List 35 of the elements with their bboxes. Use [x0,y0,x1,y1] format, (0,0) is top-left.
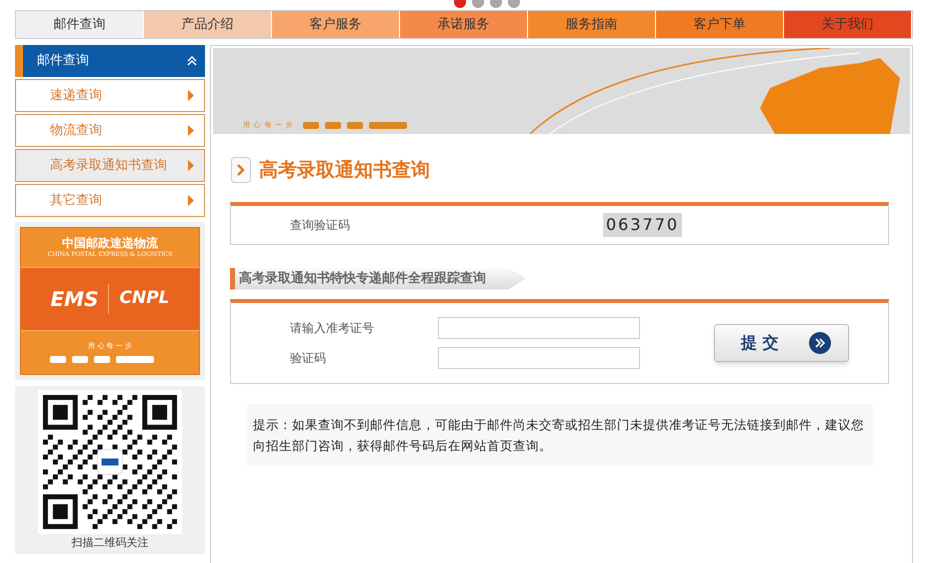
sidebar-item[interactable]: 其它查询 [15,184,205,217]
chevron-right-icon [231,157,251,184]
captcha-label: 查询验证码 [290,216,351,234]
nav-tab[interactable]: 客户服务 [272,11,400,38]
logo-name-chinese: 中国邮政速递物流 [62,236,158,252]
submit-button[interactable]: 提 交 [714,324,849,362]
captcha-code: 063770 [603,212,682,236]
qr-caption: 扫描二维码关注 [72,535,148,551]
tip-text: 提示：如果查询不到邮件信息，可能由于邮件尚未交寄或招生部门未提供准考证号无法链接到邮件，建议您向招生部门咨询，获得邮件号码后在网站首页查询。 [253,416,865,454]
nav-tab[interactable]: 邮件查询 [16,11,144,38]
nav-tab[interactable]: 产品介绍 [144,11,272,38]
sidebar-item[interactable]: 高考录取通知书查询 [15,149,205,182]
nav-tab[interactable]: 服务指南 [528,11,656,38]
field-label: 请输入准考证号 [290,320,375,336]
arrow-right-icon [188,160,194,171]
arrow-right-icon [188,90,194,101]
sidebar-title: 邮件查询 [37,52,89,70]
page-title: 高考录取通知书查询 [259,158,430,183]
nav-tab[interactable]: 关于我们 [784,11,912,38]
brand-logo-text: CNPL [119,287,170,310]
header-marker-icon [15,45,23,77]
input-field[interactable] [438,346,640,368]
input-field[interactable] [438,316,640,338]
nav-tab[interactable]: 承诺服务 [400,11,528,38]
arrow-right-icon [188,125,194,136]
brand-logo-text: EMS [50,286,98,313]
field-label: 验证码 [290,350,327,366]
sidebar-item[interactable]: 物流查询 [15,114,205,147]
section-heading: 高考录取通知书特快专递邮件全程跟踪查询 [230,268,526,290]
sidebar-header[interactable]: 邮件查询 [15,45,205,77]
arrow-right-icon [188,195,194,206]
double-chevron-icon [808,332,831,354]
sidebar-item[interactable]: 速递查询 [15,79,205,112]
qr-code-icon [38,390,182,534]
nav-tab[interactable]: 客户下单 [656,11,784,38]
